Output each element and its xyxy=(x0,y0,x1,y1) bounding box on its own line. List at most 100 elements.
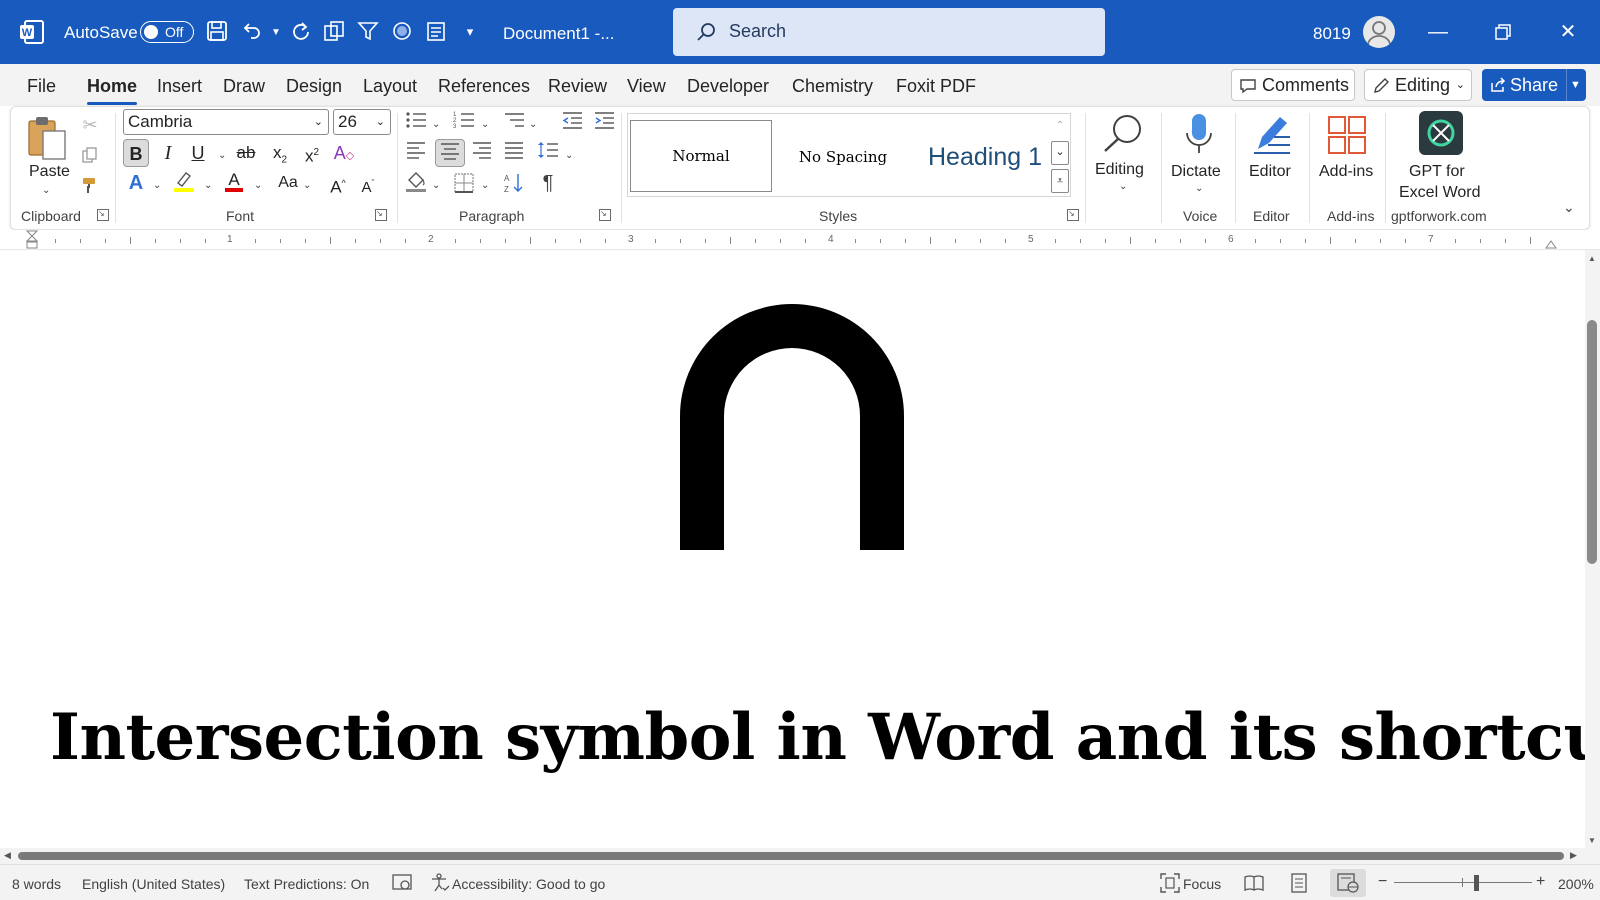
font-color-icon[interactable]: A xyxy=(221,169,247,197)
ribbon-collapse-icon[interactable]: ⌄ xyxy=(1563,199,1575,216)
format-painter-icon[interactable] xyxy=(77,171,103,199)
underline-button[interactable]: U xyxy=(185,139,211,167)
web-layout-button[interactable] xyxy=(1330,869,1366,897)
avatar[interactable] xyxy=(1363,16,1395,48)
accessibility-icon[interactable] xyxy=(430,873,450,896)
editing-dropdown-icon[interactable]: ⌄ xyxy=(1119,181,1127,192)
tab-design[interactable]: Design xyxy=(286,76,342,97)
close-icon[interactable]: ✕ xyxy=(1548,16,1588,48)
bullets-icon[interactable] xyxy=(403,109,429,137)
clipboard-launcher-icon[interactable]: ↘ xyxy=(97,209,109,221)
gpt-for-excel-word-button[interactable]: GPT for Excel Word xyxy=(1391,111,1491,205)
share-dropdown-icon[interactable]: ▼ xyxy=(1570,69,1581,101)
font-size-select[interactable]: 26 ⌄ xyxy=(333,109,391,135)
paragraph-launcher-icon[interactable]: ↘ xyxy=(599,209,611,221)
styles-launcher-icon[interactable]: ↘ xyxy=(1067,209,1079,221)
strikethrough-button[interactable]: ab xyxy=(233,139,259,167)
tab-file[interactable]: File xyxy=(27,76,56,97)
tab-developer[interactable]: Developer xyxy=(687,76,769,97)
tab-layout[interactable]: Layout xyxy=(363,76,417,97)
horizontal-scroll-thumb[interactable] xyxy=(18,852,1564,860)
scroll-down-icon[interactable]: ▼ xyxy=(1588,836,1596,845)
restore-icon[interactable] xyxy=(1483,16,1523,48)
dictate-button[interactable]: Dictate ⌄ xyxy=(1167,111,1231,205)
change-case-icon[interactable]: Aa xyxy=(273,169,303,197)
borders-dropdown-icon[interactable]: ⌄ xyxy=(481,180,489,191)
font-launcher-icon[interactable]: ↘ xyxy=(375,209,387,221)
tab-insert[interactable]: Insert xyxy=(157,76,202,97)
tab-home[interactable]: Home xyxy=(87,76,138,105)
superscript-button[interactable]: x2 xyxy=(299,139,325,167)
right-indent-marker-icon[interactable] xyxy=(1545,236,1557,249)
zoom-slider-track[interactable] xyxy=(1394,882,1532,883)
accessibility-status[interactable]: Accessibility: Good to go xyxy=(452,876,605,892)
macro-record-icon[interactable] xyxy=(392,874,412,895)
word-count[interactable]: 8 words xyxy=(12,876,61,892)
style-normal[interactable]: Normal xyxy=(630,120,772,192)
italic-button[interactable]: I xyxy=(155,139,181,167)
focus-label[interactable]: Focus xyxy=(1183,876,1221,892)
shading-icon[interactable] xyxy=(403,169,429,197)
numbering-icon[interactable]: 123 xyxy=(451,109,477,137)
zoom-in-icon[interactable]: + xyxy=(1536,873,1545,891)
scroll-left-icon[interactable]: ◀ xyxy=(4,850,11,861)
font-name-select[interactable]: Cambria ⌄ xyxy=(123,109,329,135)
sort-icon[interactable]: AZ xyxy=(501,169,527,197)
tab-foxit-pdf[interactable]: Foxit PDF xyxy=(896,76,976,97)
paste-button[interactable]: Paste ⌄ xyxy=(21,113,73,196)
tab-review[interactable]: Review xyxy=(548,76,607,97)
underline-dropdown-icon[interactable]: ⌄ xyxy=(218,150,226,161)
tab-view[interactable]: View xyxy=(627,76,666,97)
justify-icon[interactable] xyxy=(501,139,527,167)
bullets-dropdown-icon[interactable]: ⌄ xyxy=(432,119,440,130)
redo-icon[interactable] xyxy=(288,20,312,44)
undo-icon[interactable] xyxy=(240,20,264,44)
tab-chemistry[interactable]: Chemistry xyxy=(792,76,873,97)
copy-format-icon[interactable] xyxy=(322,20,346,44)
editor-button[interactable]: Editor xyxy=(1241,111,1303,205)
numbering-dropdown-icon[interactable]: ⌄ xyxy=(481,119,489,130)
editing-button[interactable]: Editing ⌄ xyxy=(1091,111,1155,205)
align-left-icon[interactable] xyxy=(403,139,429,167)
text-effects-dropdown-icon[interactable]: ⌄ xyxy=(153,180,161,191)
vertical-scroll-thumb[interactable] xyxy=(1587,320,1597,564)
add-ins-button[interactable]: Add-ins xyxy=(1315,111,1379,205)
autosave-toggle[interactable]: Off xyxy=(140,21,194,43)
clear-formatting-icon[interactable]: A◇ xyxy=(331,139,357,167)
language-status[interactable]: English (United States) xyxy=(82,876,225,892)
increase-indent-icon[interactable] xyxy=(591,109,617,137)
shading-dropdown-icon[interactable]: ⌄ xyxy=(432,180,440,191)
scroll-up-icon[interactable]: ▲ xyxy=(1588,254,1596,263)
comments-button[interactable]: Comments xyxy=(1231,69,1355,101)
editing-mode-button[interactable]: Editing ⌄ xyxy=(1364,69,1472,101)
read-mode-icon[interactable] xyxy=(1244,873,1264,896)
document-title[interactable]: Document1 -... xyxy=(503,24,615,44)
minimize-icon[interactable]: — xyxy=(1418,16,1458,48)
customize-toolbar-icon[interactable]: ▾ xyxy=(458,20,482,44)
highlight-dropdown-icon[interactable]: ⌄ xyxy=(204,180,212,191)
clipboard-list-icon[interactable] xyxy=(424,20,448,44)
indent-marker-icon[interactable] xyxy=(25,230,39,249)
user-name[interactable]: 8019 xyxy=(1313,24,1351,44)
styles-scroll-down-icon[interactable]: ⌄ xyxy=(1051,141,1069,165)
undo-dropdown-icon[interactable]: ▼ xyxy=(271,27,281,38)
copy-icon[interactable] xyxy=(77,141,103,169)
zoom-slider-thumb[interactable] xyxy=(1474,875,1479,891)
horizontal-scrollbar[interactable]: ◀ ▶ xyxy=(0,848,1600,864)
text-effects-icon[interactable]: A xyxy=(123,169,149,197)
style-heading-1[interactable]: Heading 1 xyxy=(914,120,1056,194)
zoom-out-icon[interactable]: − xyxy=(1378,873,1387,891)
word-logo-icon[interactable]: W xyxy=(18,18,46,46)
share-button[interactable]: Share ▼ xyxy=(1482,69,1586,101)
styles-scroll-up-icon[interactable]: ⌃ xyxy=(1051,115,1069,137)
highlight-color-icon[interactable] xyxy=(171,169,197,197)
vertical-scrollbar[interactable]: ▲ ▼ xyxy=(1585,250,1600,848)
line-spacing-dropdown-icon[interactable]: ⌄ xyxy=(565,150,573,161)
styles-more-icon[interactable]: ⩡ xyxy=(1051,169,1069,193)
align-center-icon[interactable] xyxy=(435,139,465,167)
text-predictions-status[interactable]: Text Predictions: On xyxy=(244,876,369,892)
subscript-button[interactable]: x2 xyxy=(267,139,293,167)
record-icon[interactable] xyxy=(390,20,414,44)
decrease-indent-icon[interactable] xyxy=(559,109,585,137)
focus-icon[interactable] xyxy=(1160,873,1180,896)
